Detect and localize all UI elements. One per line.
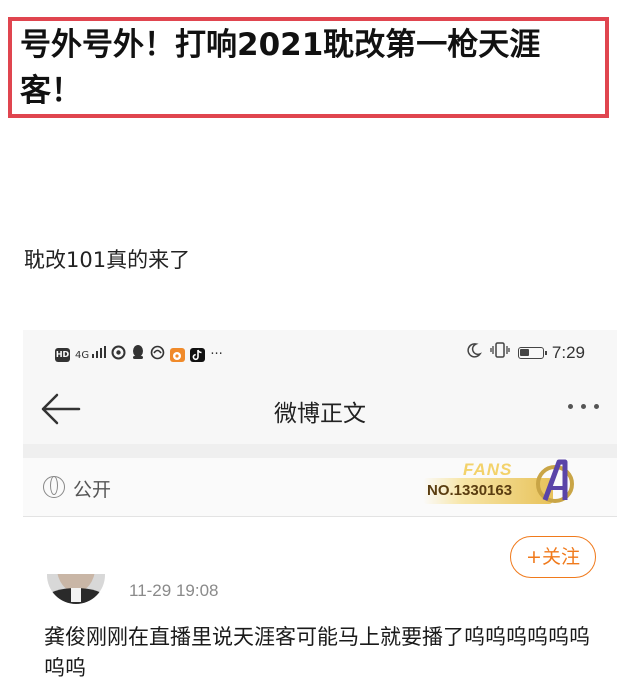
uc-browser-icon: [150, 345, 165, 365]
navigation-bar: 微博正文: [23, 374, 617, 444]
embedded-phone-screenshot: HD 4G ··· 7:29 微博正文 公开 FANS NO.1330163 +…: [23, 330, 617, 688]
weibo-lite-icon: [170, 347, 186, 362]
hd-icon: HD: [55, 347, 70, 362]
more-options-icon[interactable]: [568, 404, 599, 409]
page-title: 微博正文: [274, 401, 366, 427]
visibility-label: 公开: [73, 479, 112, 501]
status-icons-right: 7:29: [466, 342, 585, 363]
more-dots-icon: ···: [210, 346, 223, 362]
network-type: 4G: [75, 349, 90, 361]
article-headline: 号外号外！打响2021耽改第一枪天涯客！: [20, 27, 541, 109]
status-time: 7:29: [551, 342, 585, 362]
fans-badge[interactable]: FANS NO.1330163: [423, 458, 581, 512]
status-icons-left: HD 4G ···: [55, 344, 223, 365]
fans-number: NO.1330163: [427, 482, 513, 499]
avatar[interactable]: [47, 574, 105, 604]
post-timestamp: 11-29 19:08: [129, 581, 219, 600]
article-body-line: 耽改101真的来了: [24, 248, 191, 272]
fans-label: FANS: [463, 460, 513, 479]
signal-icon: 4G: [75, 345, 107, 364]
follow-button[interactable]: +关注: [510, 536, 596, 578]
tiktok-icon: [190, 347, 206, 362]
vibrate-icon: [490, 342, 510, 363]
moon-icon: [466, 342, 482, 363]
status-bar: HD 4G ··· 7:29: [23, 330, 617, 374]
battery-icon: [517, 346, 547, 359]
qq-icon: [131, 344, 145, 365]
netease-icon: [111, 345, 126, 365]
post-text: 龚俊刚刚在直播里说天涯客可能马上就要播了呜呜呜呜呜呜呜呜: [44, 625, 590, 680]
avengers-logo-icon: [533, 458, 577, 506]
globe-icon: [43, 476, 65, 498]
section-divider: [23, 444, 617, 458]
